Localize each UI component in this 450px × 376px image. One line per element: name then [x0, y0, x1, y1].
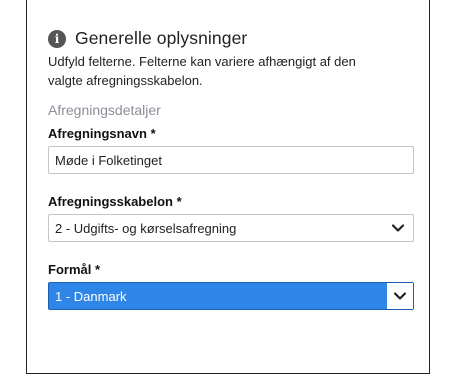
info-icon: i: [48, 29, 66, 48]
instructions-text: Udfyld felterne. Felterne kan variere af…: [48, 54, 356, 88]
settlement-name-input[interactable]: Møde i Folketinget: [48, 146, 414, 174]
section-title-settlement-details: Afregningsdetaljer: [48, 102, 161, 118]
purpose-select[interactable]: 1 - Danmark: [48, 282, 414, 310]
purpose-value: 1 - Danmark: [55, 288, 127, 304]
settlement-template-value: 2 - Udgifts- og kørselsafregning: [55, 220, 237, 236]
page-title: Generelle oplysninger: [75, 28, 248, 48]
settlement-template-label: Afregningsskabelon *: [48, 194, 182, 209]
settlement-name-label: Afregningsnavn *: [48, 126, 156, 141]
purpose-label: Formål *: [48, 262, 101, 277]
settlement-name-value: Møde i Folketinget: [55, 152, 162, 168]
settlement-template-select[interactable]: 2 - Udgifts- og kørselsafregning: [48, 214, 414, 242]
section-header: i Generelle oplysninger: [48, 28, 418, 49]
chevron-down-icon: [393, 292, 407, 300]
purpose-dropdown-toggle[interactable]: [387, 283, 413, 309]
chevron-down-icon[interactable]: [391, 221, 405, 235]
form-content: i Generelle oplysninger Udfyld felterne.…: [48, 28, 418, 310]
